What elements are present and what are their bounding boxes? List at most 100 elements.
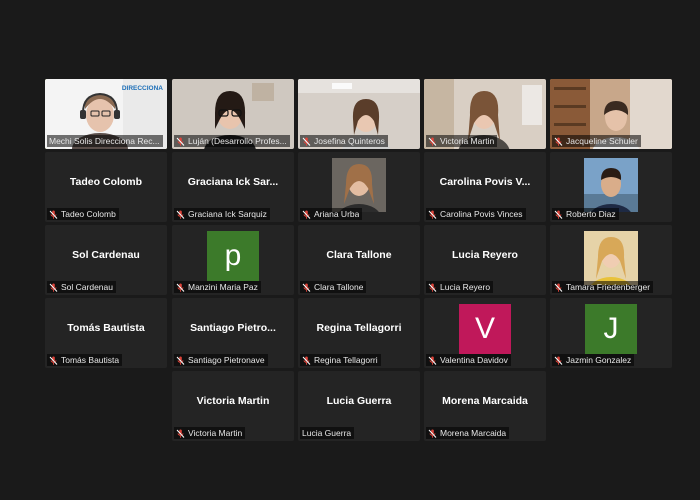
participant-tile[interactable]: Carolina Povis V... Carolina Povis Vince… <box>424 152 546 222</box>
participant-name: Josefina Quinteros <box>314 136 385 146</box>
participant-display-name: Graciana Ick Sar... <box>187 176 279 188</box>
muted-mic-icon <box>49 209 58 219</box>
participant-name: Regina Tellagorri <box>314 355 378 365</box>
muted-mic-icon <box>176 282 185 292</box>
participant-tile[interactable]: Josefina Quinteros <box>298 79 420 149</box>
initial-avatar: p <box>207 231 259 281</box>
profile-photo <box>584 158 638 212</box>
name-label: Morena Marcaida <box>426 427 510 439</box>
participant-tile[interactable]: J Jazmin Gonzalez <box>550 298 672 368</box>
participant-tile[interactable]: Santiago Pietro... Santiago Pietronave <box>172 298 294 368</box>
participant-display-name: Lucia Reyero <box>452 249 518 261</box>
muted-mic-icon <box>428 355 437 365</box>
direcciona-logo: DIRECCIONA <box>121 85 163 92</box>
name-label: Jazmin Gonzalez <box>552 354 635 366</box>
muted-mic-icon <box>428 282 437 292</box>
participant-name: Manzini Maria Paz <box>188 282 258 292</box>
participant-tile[interactable]: Lucia Reyero Lucia Reyero <box>424 225 546 295</box>
name-label: Ariana Urba <box>300 208 363 220</box>
name-label: Mechi Solis Direcciona Rec... <box>47 135 163 147</box>
muted-mic-icon <box>428 209 437 219</box>
participant-name: Lucia Guerra <box>302 428 352 438</box>
participant-display-name: Morena Marcaida <box>442 395 528 407</box>
profile-photo <box>584 231 638 285</box>
participant-display-name: Regina Tellagorri <box>316 322 402 334</box>
name-label: Valentina Davidov <box>426 354 511 366</box>
name-label: Carolina Povis Vinces <box>426 208 526 220</box>
participant-tile[interactable]: Clara Tallone Clara Tallone <box>298 225 420 295</box>
participant-name: Santiago Pietronave <box>188 355 265 365</box>
muted-mic-icon <box>302 282 311 292</box>
participant-tile[interactable]: Graciana Ick Sar... Graciana Ick Sarquiz <box>172 152 294 222</box>
name-label: Luján (Desarrollo Profes... <box>174 135 290 147</box>
muted-mic-icon <box>176 428 185 438</box>
muted-mic-icon <box>428 428 437 438</box>
participant-name: Tomás Bautista <box>61 355 120 365</box>
participant-name: Clara Tallone <box>314 282 364 292</box>
muted-mic-icon <box>554 136 563 146</box>
participant-display-name: Santiago Pietro... <box>190 322 276 334</box>
initial-avatar: V <box>459 304 511 354</box>
muted-mic-icon <box>176 136 185 146</box>
participant-name: Roberto Diaz <box>566 209 616 219</box>
participant-tile-active-speaker[interactable]: DIRECCIONA Mechi Solis Direcciona Rec... <box>45 79 167 149</box>
participant-display-name: Carolina Povis V... <box>439 176 531 188</box>
participant-tile[interactable]: Tomás Bautista Tomás Bautista <box>45 298 167 368</box>
name-label: Victoria Martin <box>426 135 498 147</box>
name-label: Lucia Reyero <box>426 281 494 293</box>
name-label: Tomás Bautista <box>47 354 123 366</box>
name-label: Manzini Maria Paz <box>174 281 261 293</box>
participant-name: Victoria Martin <box>440 136 495 146</box>
muted-mic-icon <box>49 355 58 365</box>
participant-tile[interactable]: Lucia Guerra Lucia Guerra <box>298 371 420 441</box>
participant-tile[interactable]: Victoria Martin Victoria Martin <box>172 371 294 441</box>
participant-name: Morena Marcaida <box>440 428 507 438</box>
participant-display-name: Tadeo Colomb <box>69 176 143 188</box>
participant-display-name: Victoria Martin <box>196 395 270 407</box>
name-label: Sol Cardenau <box>47 281 116 293</box>
participant-tile[interactable]: Roberto Diaz <box>550 152 672 222</box>
name-label: Clara Tallone <box>300 281 367 293</box>
participant-name: Mechi Solis Direcciona Rec... <box>49 136 160 146</box>
participant-tile[interactable]: Morena Marcaida Morena Marcaida <box>424 371 546 441</box>
name-label: Victoria Martin <box>174 427 246 439</box>
muted-mic-icon <box>302 136 311 146</box>
participant-name: Lucia Reyero <box>440 282 491 292</box>
muted-mic-icon <box>428 136 437 146</box>
participant-display-name: Sol Cardenau <box>72 249 140 261</box>
muted-mic-icon <box>49 282 58 292</box>
muted-mic-icon <box>554 355 563 365</box>
participant-display-name: Lucia Guerra <box>326 395 392 407</box>
participant-tile[interactable]: Tadeo Colomb Tadeo Colomb <box>45 152 167 222</box>
muted-mic-icon <box>554 209 563 219</box>
muted-mic-icon <box>302 355 311 365</box>
initial-avatar: J <box>585 304 637 354</box>
participant-name: Ariana Urba <box>314 209 360 219</box>
participant-tile[interactable]: Luján (Desarrollo Profes... <box>172 79 294 149</box>
participant-tile[interactable]: Tamara Friedenberger <box>550 225 672 295</box>
name-label: Roberto Diaz <box>552 208 619 220</box>
participant-name: Jacqueline Schuler <box>566 136 638 146</box>
participant-tile[interactable]: Ariana Urba <box>298 152 420 222</box>
participant-name: Victoria Martin <box>188 428 243 438</box>
participant-name: Tamara Friedenberger <box>566 282 651 292</box>
name-label: Tamara Friedenberger <box>552 281 654 293</box>
participant-name: Valentina Davidov <box>440 355 508 365</box>
participant-tile[interactable]: Victoria Martin <box>424 79 546 149</box>
participant-tile[interactable]: p Manzini Maria Paz <box>172 225 294 295</box>
participant-display-name: Tomás Bautista <box>67 322 145 334</box>
participant-name: Sol Cardenau <box>61 282 113 292</box>
participant-tile[interactable]: V Valentina Davidov <box>424 298 546 368</box>
muted-mic-icon <box>302 209 311 219</box>
name-label: Tadeo Colomb <box>47 208 119 220</box>
muted-mic-icon <box>176 209 185 219</box>
participant-tile[interactable]: Sol Cardenau Sol Cardenau <box>45 225 167 295</box>
participant-name: Tadeo Colomb <box>61 209 116 219</box>
name-label: Graciana Ick Sarquiz <box>174 208 270 220</box>
name-label: Jacqueline Schuler <box>552 135 641 147</box>
participant-name: Luján (Desarrollo Profes... <box>188 136 287 146</box>
profile-photo <box>332 158 386 212</box>
participant-tile[interactable]: Jacqueline Schuler <box>550 79 672 149</box>
participant-tile[interactable]: Regina Tellagorri Regina Tellagorri <box>298 298 420 368</box>
participant-display-name: Clara Tallone <box>326 249 392 261</box>
